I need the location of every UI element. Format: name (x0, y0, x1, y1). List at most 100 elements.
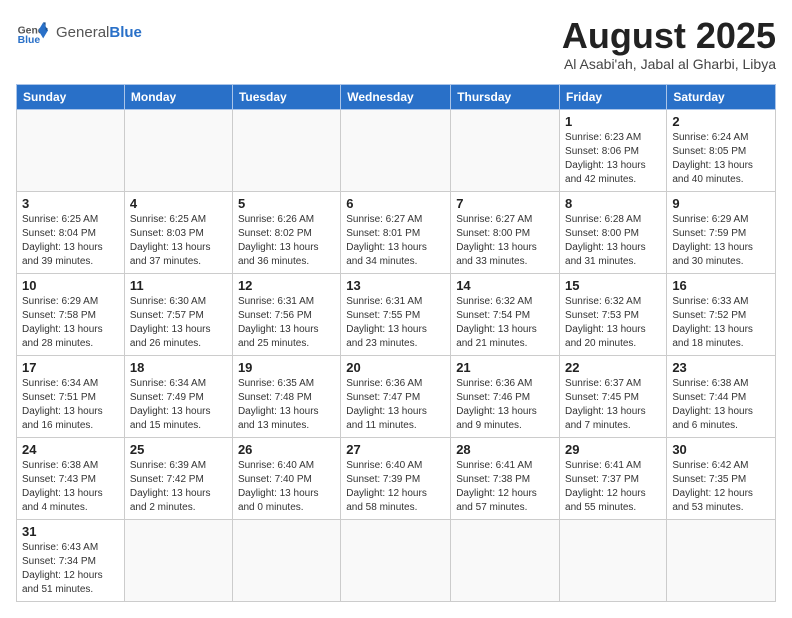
calendar-day-cell (232, 519, 340, 601)
day-info: Sunrise: 6:26 AM Sunset: 8:02 PM Dayligh… (238, 213, 335, 269)
page-header: General Blue GeneralBlue August 2025 Al … (16, 16, 776, 72)
day-number: 26 (238, 442, 335, 457)
calendar-day-cell: 6Sunrise: 6:27 AM Sunset: 8:01 PM Daylig… (341, 191, 451, 273)
calendar-day-cell: 19 Sunrise: 6:35 AM Sunset: 7:48 PM Dayli… (232, 355, 340, 437)
calendar-day-cell: 26 Sunrise: 6:40 AM Sunset: 7:40 PM Dayli… (232, 437, 340, 519)
calendar-day-cell: 27 Sunrise: 6:40 AM Sunset: 7:39 PM Dayli… (341, 437, 451, 519)
calendar-day-cell: 14 Sunrise: 6:32 AM Sunset: 7:54 PM Dayli… (451, 273, 560, 355)
day-info: Sunrise: 6:36 AM Sunset: 7:46 PM Dayligh… (456, 377, 554, 433)
day-info: Sunrise: 6:39 AM Sunset: 7:42 PM Dayligh… (130, 459, 227, 515)
day-info: Sunrise: 6:25 AM Sunset: 8:03 PM Dayligh… (130, 213, 227, 269)
calendar-day-cell (232, 109, 340, 191)
day-info: Sunrise: 6:28 AM Sunset: 8:00 PM Dayligh… (565, 213, 661, 269)
day-number: 15 (565, 278, 661, 293)
day-info: Sunrise: 6:27 AM Sunset: 8:01 PM Dayligh… (346, 213, 445, 269)
day-number: 2 (672, 114, 770, 129)
calendar-day-cell (341, 519, 451, 601)
day-number: 31 (22, 524, 119, 539)
day-number: 4 (130, 196, 227, 211)
calendar-day-cell: 7 Sunrise: 6:27 AM Sunset: 8:00 PM Daylig… (451, 191, 560, 273)
calendar-day-cell: 2Sunrise: 6:24 AM Sunset: 8:05 PM Daylig… (667, 109, 776, 191)
logo-icon: General Blue (16, 16, 48, 48)
calendar-day-cell (667, 519, 776, 601)
calendar-title: August 2025 (562, 16, 776, 56)
day-info: Sunrise: 6:27 AM Sunset: 8:00 PM Dayligh… (456, 213, 554, 269)
day-info: Sunrise: 6:32 AM Sunset: 7:54 PM Dayligh… (456, 295, 554, 351)
day-number: 24 (22, 442, 119, 457)
day-info: Sunrise: 6:41 AM Sunset: 7:38 PM Dayligh… (456, 459, 554, 515)
weekday-header: Friday (560, 84, 667, 109)
calendar-day-cell (17, 109, 125, 191)
day-number: 28 (456, 442, 554, 457)
day-number: 14 (456, 278, 554, 293)
day-info: Sunrise: 6:38 AM Sunset: 7:44 PM Dayligh… (672, 377, 770, 433)
day-number: 13 (346, 278, 445, 293)
day-number: 11 (130, 278, 227, 293)
day-info: Sunrise: 6:37 AM Sunset: 7:45 PM Dayligh… (565, 377, 661, 433)
calendar-day-cell: 25Sunrise: 6:39 AM Sunset: 7:42 PM Dayli… (124, 437, 232, 519)
calendar-day-cell (341, 109, 451, 191)
calendar-day-cell: 1Sunrise: 6:23 AM Sunset: 8:06 PM Daylig… (560, 109, 667, 191)
day-info: Sunrise: 6:34 AM Sunset: 7:49 PM Dayligh… (130, 377, 227, 433)
day-info: Sunrise: 6:35 AM Sunset: 7:48 PM Dayligh… (238, 377, 335, 433)
day-number: 12 (238, 278, 335, 293)
day-number: 10 (22, 278, 119, 293)
day-number: 8 (565, 196, 661, 211)
weekday-header: Thursday (451, 84, 560, 109)
day-info: Sunrise: 6:29 AM Sunset: 7:59 PM Dayligh… (672, 213, 770, 269)
day-number: 3 (22, 196, 119, 211)
calendar-day-cell: 15Sunrise: 6:32 AM Sunset: 7:53 PM Dayli… (560, 273, 667, 355)
day-number: 9 (672, 196, 770, 211)
day-number: 21 (456, 360, 554, 375)
day-number: 22 (565, 360, 661, 375)
day-info: Sunrise: 6:38 AM Sunset: 7:43 PM Dayligh… (22, 459, 119, 515)
calendar-day-cell: 28 Sunrise: 6:41 AM Sunset: 7:38 PM Dayli… (451, 437, 560, 519)
day-info: Sunrise: 6:34 AM Sunset: 7:51 PM Dayligh… (22, 377, 119, 433)
day-number: 27 (346, 442, 445, 457)
weekday-header: Tuesday (232, 84, 340, 109)
day-info: Sunrise: 6:25 AM Sunset: 8:04 PM Dayligh… (22, 213, 119, 269)
calendar-day-cell: 5 Sunrise: 6:26 AM Sunset: 8:02 PM Daylig… (232, 191, 340, 273)
day-number: 29 (565, 442, 661, 457)
calendar-day-cell: 16 Sunrise: 6:33 AM Sunset: 7:52 PM Dayli… (667, 273, 776, 355)
calendar-day-cell: 31Sunrise: 6:43 AM Sunset: 7:34 PM Dayli… (17, 519, 125, 601)
calendar-week-row: 24 Sunrise: 6:38 AM Sunset: 7:43 PM Dayli… (17, 437, 776, 519)
calendar-day-cell: 22 Sunrise: 6:37 AM Sunset: 7:45 PM Dayli… (560, 355, 667, 437)
calendar-day-cell: 29Sunrise: 6:41 AM Sunset: 7:37 PM Dayli… (560, 437, 667, 519)
day-number: 17 (22, 360, 119, 375)
day-number: 23 (672, 360, 770, 375)
day-info: Sunrise: 6:31 AM Sunset: 7:56 PM Dayligh… (238, 295, 335, 351)
calendar-day-cell: 9 Sunrise: 6:29 AM Sunset: 7:59 PM Daylig… (667, 191, 776, 273)
day-info: Sunrise: 6:42 AM Sunset: 7:35 PM Dayligh… (672, 459, 770, 515)
calendar-subtitle: Al Asabi'ah, Jabal al Gharbi, Libya (562, 56, 776, 72)
calendar-day-cell: 8 Sunrise: 6:28 AM Sunset: 8:00 PM Daylig… (560, 191, 667, 273)
calendar-day-cell: 12 Sunrise: 6:31 AM Sunset: 7:56 PM Dayli… (232, 273, 340, 355)
calendar-table: SundayMondayTuesdayWednesdayThursdayFrid… (16, 84, 776, 602)
calendar-day-cell (451, 109, 560, 191)
calendar-day-cell: 10Sunrise: 6:29 AM Sunset: 7:58 PM Dayli… (17, 273, 125, 355)
weekday-header: Monday (124, 84, 232, 109)
day-number: 20 (346, 360, 445, 375)
weekday-header-row: SundayMondayTuesdayWednesdayThursdayFrid… (17, 84, 776, 109)
day-info: Sunrise: 6:30 AM Sunset: 7:57 PM Dayligh… (130, 295, 227, 351)
calendar-day-cell: 13Sunrise: 6:31 AM Sunset: 7:55 PM Dayli… (341, 273, 451, 355)
calendar-week-row: 1Sunrise: 6:23 AM Sunset: 8:06 PM Daylig… (17, 109, 776, 191)
day-number: 18 (130, 360, 227, 375)
day-info: Sunrise: 6:40 AM Sunset: 7:39 PM Dayligh… (346, 459, 445, 515)
day-info: Sunrise: 6:36 AM Sunset: 7:47 PM Dayligh… (346, 377, 445, 433)
calendar-day-cell (451, 519, 560, 601)
calendar-day-cell: 3 Sunrise: 6:25 AM Sunset: 8:04 PM Daylig… (17, 191, 125, 273)
day-info: Sunrise: 6:33 AM Sunset: 7:52 PM Dayligh… (672, 295, 770, 351)
day-info: Sunrise: 6:40 AM Sunset: 7:40 PM Dayligh… (238, 459, 335, 515)
day-number: 5 (238, 196, 335, 211)
calendar-day-cell: 24 Sunrise: 6:38 AM Sunset: 7:43 PM Dayli… (17, 437, 125, 519)
svg-text:Blue: Blue (18, 35, 41, 46)
day-number: 19 (238, 360, 335, 375)
weekday-header: Wednesday (341, 84, 451, 109)
calendar-day-cell: 30Sunrise: 6:42 AM Sunset: 7:35 PM Dayli… (667, 437, 776, 519)
day-number: 16 (672, 278, 770, 293)
day-info: Sunrise: 6:23 AM Sunset: 8:06 PM Dayligh… (565, 131, 661, 187)
calendar-day-cell: 20 Sunrise: 6:36 AM Sunset: 7:47 PM Dayli… (341, 355, 451, 437)
day-number: 7 (456, 196, 554, 211)
calendar-week-row: 3 Sunrise: 6:25 AM Sunset: 8:04 PM Daylig… (17, 191, 776, 273)
